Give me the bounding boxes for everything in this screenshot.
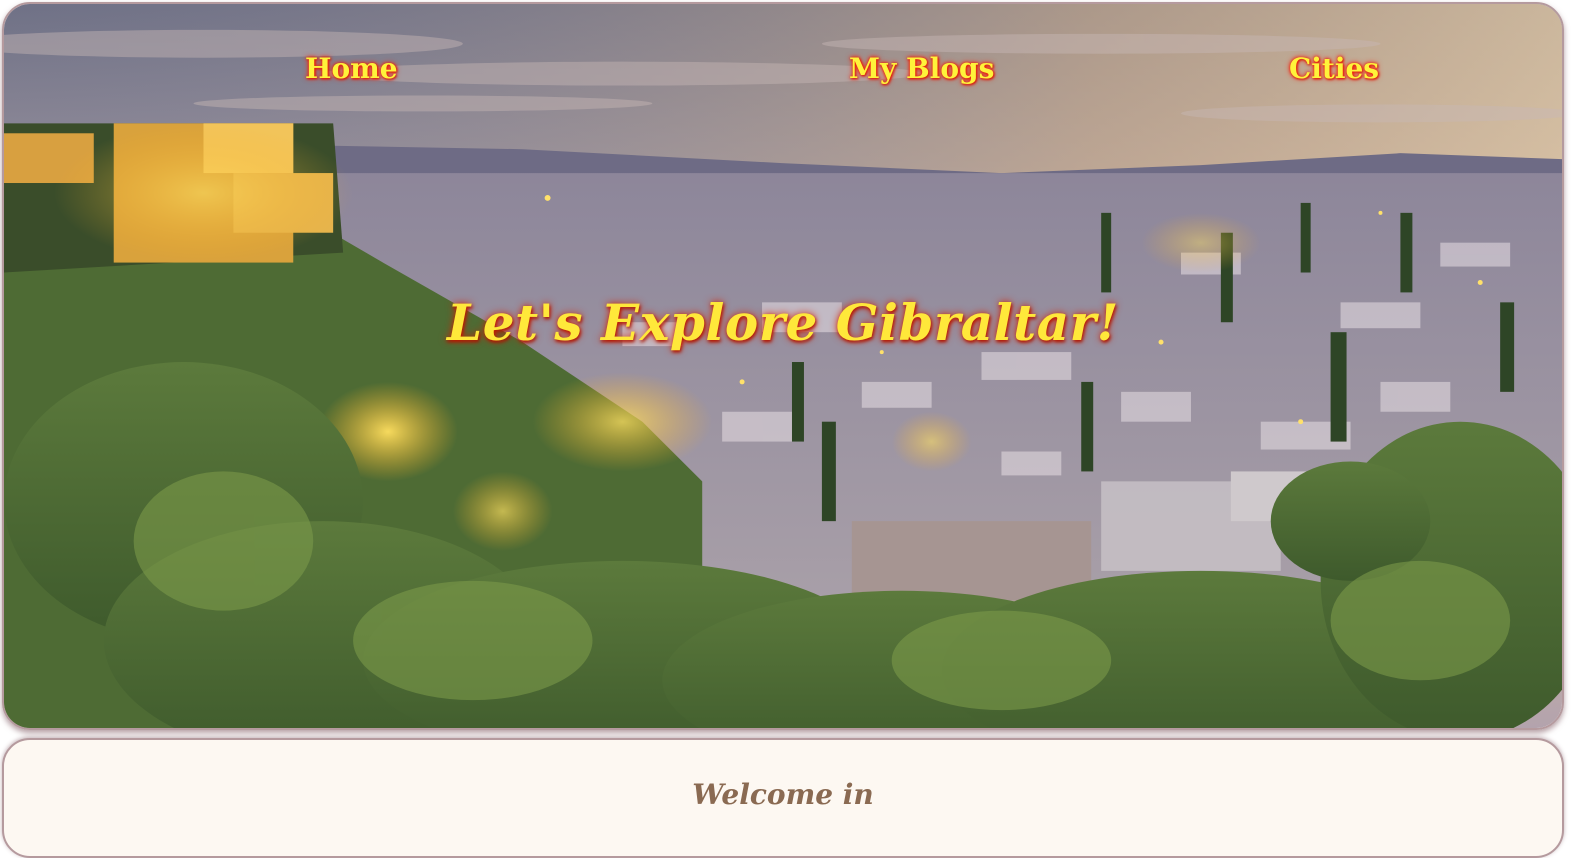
welcome-heading: Welcome in [692, 778, 874, 811]
hero-banner: Home My Blogs Cities Let's Explore Gibra… [2, 2, 1564, 730]
welcome-panel: Welcome in [2, 738, 1564, 858]
nav-link-cities[interactable]: Cities [1289, 52, 1379, 85]
nav-link-home[interactable]: Home [305, 52, 398, 85]
nav-link-my-blogs[interactable]: My Blogs [849, 52, 994, 85]
hero-title: Let's Explore Gibraltar! [447, 292, 1119, 352]
main-nav: Home My Blogs Cities [4, 4, 1562, 144]
